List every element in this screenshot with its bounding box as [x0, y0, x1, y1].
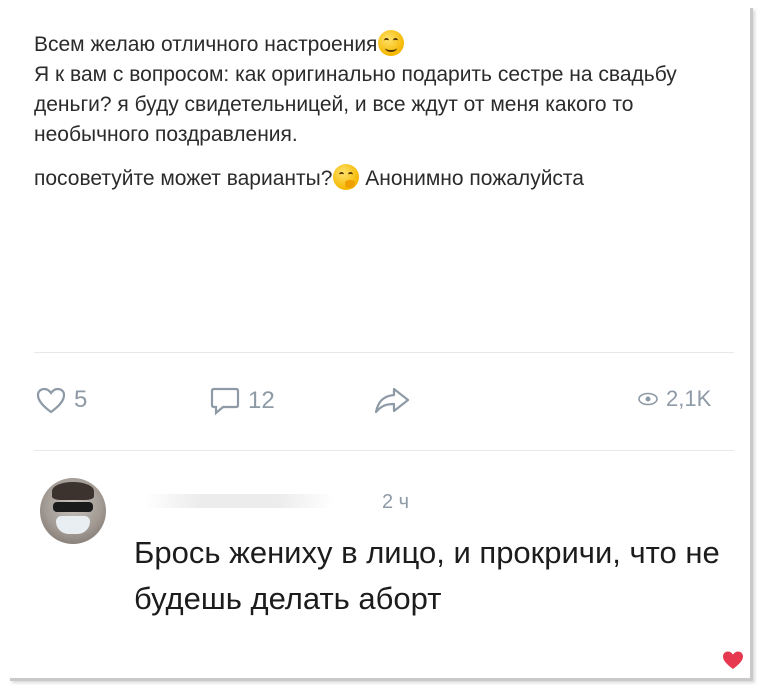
comment-timestamp: 2 ч	[382, 491, 410, 513]
commenter-name-hidden	[144, 494, 334, 508]
post-actions-bar: 5 12 2,1K	[30, 386, 740, 426]
post-divider	[34, 352, 734, 353]
views-count: 2,1K	[666, 386, 712, 411]
post-question: Я к вам с вопросом: как оригинально пода…	[34, 63, 677, 146]
eye-icon	[638, 392, 658, 406]
post-paragraph-1: Всем желаю отличного настроения Я к вам …	[34, 30, 724, 150]
smiling-face-icon	[378, 30, 405, 56]
post-card: Всем желаю отличного настроения Я к вам …	[10, 8, 753, 681]
post-body: Всем желаю отличного настроения Я к вам …	[34, 30, 724, 208]
comment-text: Брось жениху в лицо, и прокричи, что не …	[134, 535, 720, 616]
post-greeting: Всем желаю отличного настроения	[34, 33, 378, 56]
comments-button[interactable]: 12	[210, 386, 275, 416]
post-anonymous-note: Анонимно пожалуйста	[365, 167, 584, 190]
comment-like-heart-icon[interactable]	[722, 650, 744, 670]
likes-count: 5	[74, 386, 88, 413]
share-button[interactable]	[374, 386, 410, 414]
heart-outline-icon	[36, 387, 66, 413]
comment-item: 2 ч Брось жениху в лицо, и прокричи, что…	[34, 478, 743, 669]
views-indicator: 2,1K	[638, 386, 711, 412]
thinking-face-icon	[333, 164, 360, 190]
comments-count: 12	[248, 387, 275, 414]
commenter-avatar[interactable]	[40, 478, 106, 544]
post-paragraph-2: посоветуйте может варианты? Анонимно пож…	[34, 164, 724, 194]
like-button[interactable]: 5	[36, 386, 87, 414]
actions-divider	[34, 450, 734, 451]
post-request: посоветуйте может варианты?	[34, 167, 333, 190]
comment-bubble-icon	[210, 387, 240, 416]
share-arrow-icon	[374, 387, 410, 414]
